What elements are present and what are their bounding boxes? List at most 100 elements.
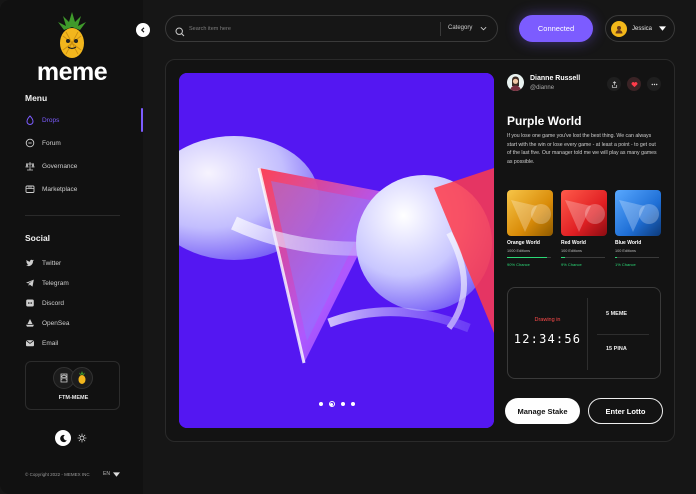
sidebar-item-email[interactable]: Email (25, 336, 58, 350)
search-input[interactable]: Search item here (189, 26, 231, 32)
marketplace-icon (25, 184, 35, 194)
carousel-dots (179, 401, 494, 407)
social-title: Social (25, 233, 51, 243)
heart-icon (631, 81, 637, 87)
sidebar-item-discord[interactable]: Discord (25, 296, 64, 310)
drawing-panel: Drawing in 12:34:56 5 MEME 15 PINA (507, 287, 661, 379)
chevron-down-icon (480, 26, 487, 30)
pineapple-icon (58, 12, 86, 58)
sidebar-item-twitter[interactable]: Twitter (25, 256, 61, 270)
edition-progress (561, 257, 605, 258)
more-icon (651, 83, 657, 85)
prize-pina: 15 PINA (606, 346, 627, 352)
drops-icon (25, 115, 35, 125)
edition-chance: 1% Chance (615, 262, 636, 267)
token-pair-label: FTM-MEME (58, 395, 89, 401)
caret-down-icon (112, 471, 120, 477)
twitter-icon (25, 258, 35, 268)
creator-name[interactable]: Dianne Russell (530, 75, 580, 82)
share-icon (611, 80, 617, 88)
sidebar-item-label: Twitter (42, 259, 62, 267)
discord-icon (25, 298, 35, 308)
nft-title: Purple World (507, 114, 582, 128)
edition-thumbnail (511, 200, 551, 232)
edition-tile-orange[interactable] (507, 190, 553, 236)
caret-down-icon (659, 26, 667, 31)
active-indicator (141, 108, 143, 132)
governance-icon (25, 161, 35, 171)
search-icon (175, 24, 185, 42)
user-menu-button[interactable]: Jessica (605, 15, 675, 42)
edition-count: 1000 Editions (507, 249, 531, 253)
token-pair-card[interactable]: FTM-MEME (25, 361, 120, 410)
sun-icon[interactable] (74, 430, 90, 446)
pineapple-coin-icon (71, 367, 93, 389)
sidebar-item-label: Telegram (42, 279, 69, 287)
collapse-sidebar-button[interactable] (136, 23, 150, 37)
more-options-button[interactable] (647, 77, 661, 91)
menu-title: Menu (25, 93, 48, 103)
enter-lotto-button[interactable]: Enter Lotto (588, 398, 663, 424)
sidebar-item-label: Email (42, 339, 59, 347)
sidebar-item-governance[interactable]: Governance (25, 159, 77, 173)
edition-thumbnail (619, 200, 659, 232)
sidebar-item-opensea[interactable]: OpenSea (25, 316, 69, 330)
telegram-icon (25, 278, 35, 288)
edition-count: 100 Editions (615, 249, 636, 253)
edition-chance: 9% Chance (561, 262, 582, 267)
countdown-timer: 12:34:56 (513, 332, 582, 346)
edition-progress (615, 257, 659, 258)
edition-tile-red[interactable] (561, 190, 607, 236)
avatar (611, 20, 627, 37)
connect-wallet-button[interactable]: Connected (519, 15, 593, 42)
pineapple-logo[interactable]: meme (36, 10, 108, 86)
edition-name: Red World (561, 240, 586, 246)
edition-tile-blue[interactable] (615, 190, 661, 236)
category-label: Category (448, 25, 473, 31)
edition-chance: 90% Chance (507, 262, 530, 267)
sidebar-item-forum[interactable]: Forum (25, 136, 61, 150)
sidebar-divider (25, 215, 120, 216)
share-button[interactable] (607, 77, 621, 91)
sidebar-item-label: Marketplace (42, 185, 78, 193)
favorite-button[interactable] (627, 77, 641, 91)
search-bar[interactable]: Search item here Category (165, 15, 498, 42)
drawing-label: Drawing in (534, 317, 561, 323)
opensea-icon (25, 318, 35, 328)
chevron-left-icon (140, 27, 145, 33)
edition-thumbnail (565, 200, 605, 232)
edition-name: Blue World (615, 240, 642, 246)
sidebar-item-drops[interactable]: Drops (25, 113, 59, 127)
sidebar: meme Menu Drops Forum Governance Marketp… (0, 0, 143, 494)
carousel-dot[interactable] (318, 402, 323, 406)
prize-divider (597, 334, 649, 335)
sidebar-item-label: Governance (42, 162, 78, 170)
creator-avatar[interactable] (507, 74, 524, 91)
copyright-text: © Copyright 2022 - MEMEX INC (25, 472, 90, 477)
logo-text: meme (36, 58, 108, 86)
carousel-dot-active[interactable] (328, 401, 335, 407)
theme-toggle[interactable] (55, 430, 90, 446)
carousel-dot[interactable] (340, 402, 345, 406)
sidebar-item-telegram[interactable]: Telegram (25, 276, 69, 290)
sidebar-item-label: Forum (42, 139, 61, 147)
token-coins (53, 367, 93, 389)
forum-icon (25, 138, 35, 148)
sidebar-item-label: Drops (42, 116, 60, 124)
language-selector[interactable]: EN (103, 471, 120, 477)
sidebar-item-label: OpenSea (42, 319, 70, 327)
email-icon (25, 338, 35, 348)
carousel-dot[interactable] (350, 402, 355, 406)
sidebar-item-label: Discord (42, 299, 65, 307)
language-label: EN (103, 471, 110, 477)
category-dropdown[interactable]: Category (448, 25, 487, 31)
nft-description: If you lose one game you've lost the bes… (507, 133, 657, 165)
nft-image (179, 73, 494, 428)
edition-count: 100 Editions (561, 249, 582, 253)
manage-stake-button[interactable]: Manage Stake (505, 398, 580, 424)
creator-handle: @dianne (530, 85, 555, 91)
sidebar-item-marketplace[interactable]: Marketplace (25, 182, 77, 196)
nft-artwork[interactable] (179, 73, 494, 428)
moon-icon[interactable] (55, 430, 71, 446)
user-name: Jessica (632, 25, 653, 32)
